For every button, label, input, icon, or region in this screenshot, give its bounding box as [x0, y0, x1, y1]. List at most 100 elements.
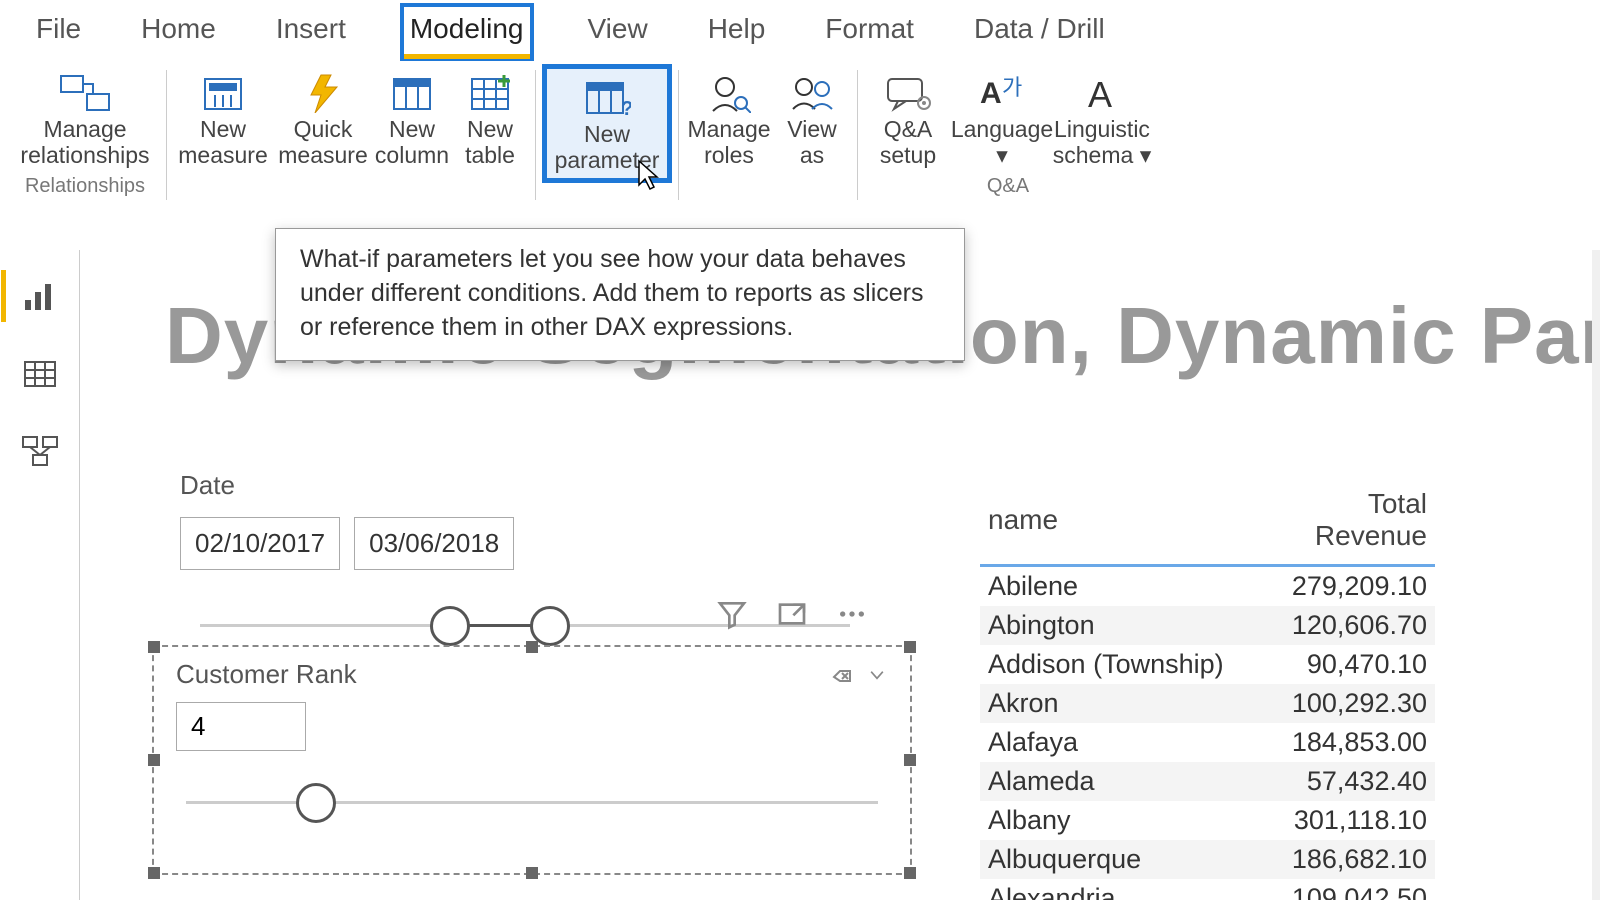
- slider-handle-start[interactable]: [430, 606, 470, 646]
- tab-format[interactable]: Format: [819, 7, 920, 57]
- quick-measure-icon: [297, 70, 349, 116]
- more-options-icon[interactable]: [834, 598, 870, 630]
- slider-handle-end[interactable]: [530, 606, 570, 646]
- resize-handle[interactable]: [526, 867, 538, 879]
- resize-handle[interactable]: [904, 754, 916, 766]
- tab-help[interactable]: Help: [702, 7, 772, 57]
- resize-handle[interactable]: [526, 641, 538, 653]
- cell-revenue: 279,209.10: [1244, 566, 1435, 607]
- date-to-input[interactable]: 03/06/2018: [354, 517, 514, 570]
- rank-slicer-label: Customer Rank: [176, 659, 357, 690]
- tab-view[interactable]: View: [582, 7, 654, 57]
- svg-text:가: 가: [1002, 75, 1022, 100]
- scrollbar[interactable]: [1592, 250, 1600, 900]
- cell-name: Alafaya: [980, 723, 1244, 762]
- filter-icon[interactable]: [714, 598, 750, 630]
- col-header-name[interactable]: name: [980, 480, 1244, 566]
- label: Quick: [294, 116, 353, 142]
- quick-measure-button[interactable]: Quick measure: [273, 64, 373, 173]
- group-label: [604, 185, 610, 208]
- label: Linguistic: [1054, 116, 1150, 142]
- data-view-button[interactable]: [17, 354, 63, 394]
- revenue-table[interactable]: name Total Revenue Abilene279,209.10Abin…: [980, 480, 1435, 900]
- col-header-revenue[interactable]: Total Revenue: [1244, 480, 1435, 566]
- resize-handle[interactable]: [904, 641, 916, 653]
- language-button[interactable]: A가 Language ▾: [952, 64, 1052, 173]
- new-measure-button[interactable]: New measure: [173, 64, 273, 173]
- chevron-down-icon[interactable]: [866, 665, 888, 685]
- ribbon-group-calculations: New measure Quick measure New column: [173, 64, 529, 198]
- label: column: [375, 142, 449, 168]
- new-parameter-button[interactable]: ? New parameter: [542, 64, 672, 183]
- resize-handle[interactable]: [148, 754, 160, 766]
- cell-revenue: 100,292.30: [1244, 684, 1435, 723]
- table-row[interactable]: Abington120,606.70: [980, 606, 1435, 645]
- ribbon-group-relationships: Manage relationships Relationships: [10, 64, 160, 198]
- table-row[interactable]: Addison (Township)90,470.10: [980, 645, 1435, 684]
- view-as-icon: [786, 70, 838, 116]
- model-view-button[interactable]: [17, 432, 63, 472]
- parameter-icon: ?: [581, 75, 633, 121]
- label: ▾: [996, 142, 1008, 168]
- cell-revenue: 186,682.10: [1244, 840, 1435, 879]
- label: View: [787, 116, 836, 142]
- resize-handle[interactable]: [904, 867, 916, 879]
- tab-file[interactable]: File: [30, 7, 87, 57]
- label: roles: [704, 142, 754, 168]
- customer-rank-slicer[interactable]: Customer Rank 4: [152, 645, 912, 875]
- new-table-button[interactable]: New table: [451, 64, 529, 173]
- tab-data-drill[interactable]: Data / Drill: [968, 7, 1111, 57]
- new-column-icon: [386, 70, 438, 116]
- manage-roles-button[interactable]: Manage roles: [685, 64, 773, 173]
- qa-setup-button[interactable]: Q&A setup: [864, 64, 952, 173]
- cell-name: Alameda: [980, 762, 1244, 801]
- rank-value-input[interactable]: 4: [176, 702, 306, 751]
- label: New: [467, 116, 513, 142]
- rank-slider[interactable]: [176, 779, 888, 827]
- svg-text:?: ?: [621, 98, 631, 119]
- view-as-button[interactable]: View as: [773, 64, 851, 173]
- ribbon: Manage relationships Relationships New m…: [0, 60, 1600, 230]
- resize-handle[interactable]: [148, 867, 160, 879]
- label: parameter: [555, 147, 660, 173]
- manage-relationships-button[interactable]: Manage relationships: [10, 64, 160, 173]
- label: schema ▾: [1053, 142, 1151, 168]
- table-row[interactable]: Albuquerque186,682.10: [980, 840, 1435, 879]
- table-row[interactable]: Abilene279,209.10: [980, 566, 1435, 607]
- language-icon: A가: [976, 70, 1028, 116]
- report-view-button[interactable]: [17, 276, 63, 316]
- linguistic-schema-button[interactable]: A Linguistic schema ▾: [1052, 64, 1152, 173]
- label: measure: [178, 142, 267, 168]
- tab-insert[interactable]: Insert: [270, 7, 352, 57]
- cell-revenue: 109,042.50: [1244, 879, 1435, 900]
- slider-handle[interactable]: [296, 783, 336, 823]
- label: Manage: [687, 116, 770, 142]
- label: measure: [278, 142, 367, 168]
- focus-mode-icon[interactable]: [774, 598, 810, 630]
- clear-selection-icon[interactable]: [828, 663, 856, 687]
- table-row[interactable]: Alexandria109,042.50: [980, 879, 1435, 900]
- label: table: [465, 142, 515, 168]
- date-slicer-label: Date: [180, 470, 870, 501]
- table-row[interactable]: Alameda57,432.40: [980, 762, 1435, 801]
- date-from-input[interactable]: 02/10/2017: [180, 517, 340, 570]
- new-table-icon: [464, 70, 516, 116]
- tab-home[interactable]: Home: [135, 7, 222, 57]
- visual-header: [714, 598, 870, 630]
- label: setup: [880, 142, 936, 168]
- table-row[interactable]: Alafaya184,853.00: [980, 723, 1435, 762]
- ribbon-group-qa: Q&A setup A가 Language ▾ A Linguistic sch…: [864, 64, 1152, 198]
- ribbon-group-whatif: ? New parameter: [542, 64, 672, 208]
- resize-handle[interactable]: [148, 641, 160, 653]
- roles-icon: [703, 70, 755, 116]
- svg-text:A: A: [1088, 74, 1112, 113]
- table-row[interactable]: Akron100,292.30: [980, 684, 1435, 723]
- svg-text:A: A: [980, 77, 1002, 110]
- cell-revenue: 184,853.00: [1244, 723, 1435, 762]
- date-slicer[interactable]: Date 02/10/2017 03/06/2018: [180, 470, 870, 650]
- table-row[interactable]: Albany301,118.10: [980, 801, 1435, 840]
- view-switcher-rail: [0, 250, 80, 900]
- tab-modeling[interactable]: Modeling: [400, 3, 534, 61]
- cell-name: Addison (Township): [980, 645, 1244, 684]
- new-column-button[interactable]: New column: [373, 64, 451, 173]
